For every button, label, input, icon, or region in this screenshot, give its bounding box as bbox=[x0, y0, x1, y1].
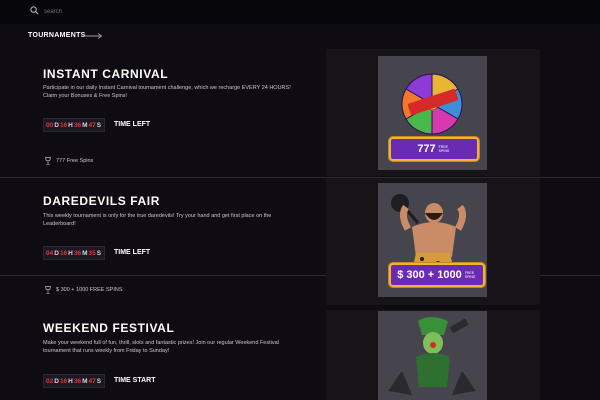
timer-seconds: 35 bbox=[88, 249, 96, 257]
badge-amount: $ 300 + 1000 bbox=[397, 269, 462, 281]
arrow-right-icon[interactable] bbox=[81, 32, 103, 40]
tournament-title: DAREDEVILS FAIR bbox=[43, 194, 161, 208]
tournament-title: INSTANT CARNIVAL bbox=[43, 67, 169, 81]
timer-minutes: 36 bbox=[73, 249, 82, 257]
unit-hours: H bbox=[68, 249, 73, 257]
unit-minutes: M bbox=[82, 249, 88, 257]
section-title: TOURNAMENTS bbox=[28, 32, 86, 39]
prize-text: 777 Free Spins bbox=[56, 158, 94, 164]
prize-text: $ 300 + 1000 FREE SPINS bbox=[56, 287, 123, 293]
timer-days: 04 bbox=[46, 249, 54, 257]
prize-badge: $ 300 + 1000 FREE SPINS bbox=[389, 263, 485, 287]
timer-label: TIME LEFT bbox=[114, 249, 151, 256]
timer-hours: 16 bbox=[59, 249, 68, 257]
unit-hours: H bbox=[68, 377, 73, 385]
unit-seconds: S bbox=[96, 249, 102, 257]
timer-hours: 16 bbox=[59, 121, 68, 129]
countdown-timer: 00 D 16 H 36 M 47 S bbox=[43, 118, 106, 132]
timer-hours: 16 bbox=[59, 377, 68, 385]
prize-badge: 777 FREE SPINS bbox=[389, 137, 479, 161]
prize-row: $ 300 + 1000 FREE SPINS bbox=[45, 286, 123, 294]
unit-seconds: S bbox=[96, 377, 102, 385]
badge-amount: 777 bbox=[417, 143, 436, 155]
unit-minutes: M bbox=[82, 377, 88, 385]
unit-minutes: M bbox=[82, 121, 88, 129]
timer-days: 00 bbox=[46, 121, 54, 129]
timer-minutes: 36 bbox=[73, 377, 82, 385]
search-input[interactable] bbox=[44, 5, 244, 19]
timer-label: TIME START bbox=[114, 377, 156, 384]
badge-subtext: FREE SPINS bbox=[438, 145, 450, 153]
unit-hours: H bbox=[68, 121, 73, 129]
clown-image[interactable] bbox=[378, 311, 487, 400]
unit-days: D bbox=[54, 377, 59, 385]
tournament-description: Make your weekend full of fun, thrill, s… bbox=[43, 340, 279, 354]
search-icon[interactable] bbox=[30, 6, 39, 15]
prize-row: 777 Free Spins bbox=[45, 157, 93, 165]
unit-days: D bbox=[54, 121, 59, 129]
unit-days: D bbox=[54, 249, 59, 257]
trophy-icon bbox=[45, 286, 51, 294]
timer-days: 02 bbox=[46, 377, 54, 385]
badge-subtext: FREE SPINS bbox=[464, 271, 476, 279]
timer-seconds: 47 bbox=[88, 121, 96, 129]
unit-seconds: S bbox=[96, 121, 102, 129]
tournament-description: This weekly tournament is only for the t… bbox=[43, 213, 272, 227]
tournament-title: WEEKEND FESTIVAL bbox=[43, 321, 175, 335]
countdown-timer: 02 D 16 H 36 M 47 S bbox=[43, 374, 106, 388]
top-bar bbox=[0, 0, 600, 24]
trophy-icon bbox=[45, 157, 51, 165]
timer-label: TIME LEFT bbox=[114, 121, 151, 128]
clown-art bbox=[388, 317, 476, 395]
timer-minutes: 36 bbox=[73, 121, 82, 129]
timer-seconds: 47 bbox=[88, 377, 96, 385]
tournament-description: Participate in our daily Instant Carniva… bbox=[43, 85, 291, 99]
countdown-timer: 04 D 16 H 36 M 35 S bbox=[43, 246, 106, 260]
